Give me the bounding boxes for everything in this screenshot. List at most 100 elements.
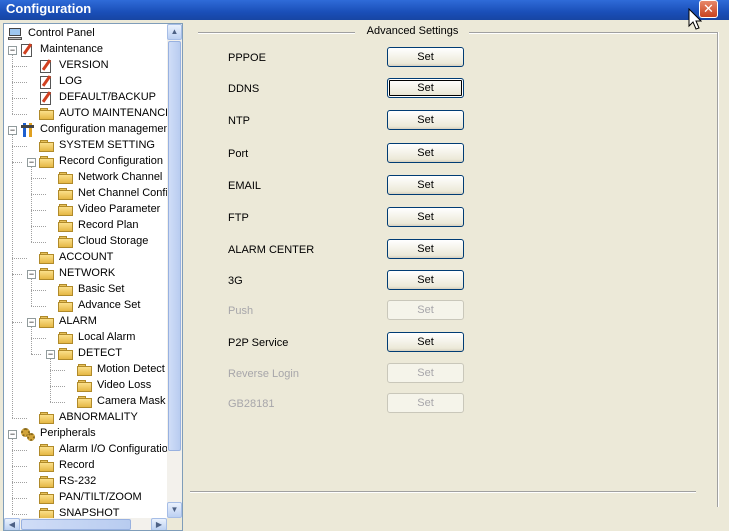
tree-item[interactable]: Record <box>4 458 167 474</box>
tree-item-label: Alarm I/O Configuration <box>59 443 167 455</box>
tree-collapse-toggle[interactable]: − <box>27 158 36 167</box>
tree-item[interactable]: Video Parameter <box>4 202 167 218</box>
folder-icon <box>39 460 55 473</box>
folder-icon <box>39 140 55 153</box>
folder-icon <box>58 332 74 345</box>
set-button[interactable]: Set <box>387 207 464 227</box>
set-button[interactable]: Set <box>387 110 464 130</box>
tree-item[interactable]: − Maintenance <box>4 42 167 58</box>
setting-label: Reverse Login <box>228 368 299 380</box>
folder-icon <box>39 476 55 489</box>
tree-item[interactable]: Local Alarm <box>4 330 167 346</box>
setting-label: ALARM CENTER <box>228 244 315 256</box>
scroll-left-button[interactable]: ◀ <box>4 518 20 530</box>
tree-vertical-scrollbar[interactable]: ▲ ▼ <box>167 24 182 518</box>
set-button[interactable]: Set <box>387 270 464 290</box>
tree-item[interactable]: Basic Set <box>4 282 167 298</box>
scroll-right-button[interactable]: ▶ <box>151 518 167 530</box>
folder-icon <box>39 412 55 425</box>
tree-item[interactable]: Alarm I/O Configuration <box>4 442 167 458</box>
tree-item[interactable]: Network Channel <box>4 170 167 186</box>
set-button[interactable]: Set <box>387 175 464 195</box>
set-button: Set <box>387 300 464 320</box>
tree-item-label: NETWORK <box>59 267 116 279</box>
tree-item[interactable]: DEFAULT/BACKUP <box>4 90 167 106</box>
tree-item[interactable]: SNAPSHOT <box>4 506 167 518</box>
tree-item-label: Network Channel <box>78 171 163 183</box>
folder-icon <box>58 300 74 313</box>
window-title: Configuration <box>6 1 92 16</box>
h-scroll-thumb[interactable] <box>21 519 131 530</box>
set-button[interactable]: Set <box>387 47 464 67</box>
tree-item[interactable]: SYSTEM SETTING <box>4 138 167 154</box>
tree-item-label: VERSION <box>59 59 109 71</box>
tree-item[interactable]: RS-232 <box>4 474 167 490</box>
tree-collapse-toggle[interactable]: − <box>27 318 36 327</box>
tree-collapse-toggle[interactable]: − <box>46 350 55 359</box>
tree-item[interactable]: − ALARM <box>4 314 167 330</box>
tree-item-label: Basic Set <box>78 283 125 295</box>
tree-item-label: Peripherals <box>40 427 96 439</box>
config-tree-panel: Control Panel − Maintenance VERSION LOG DEFAU… <box>3 23 183 531</box>
set-button[interactable]: Set <box>387 78 464 98</box>
tree-item[interactable]: − Peripherals <box>4 426 167 442</box>
scroll-down-button[interactable]: ▼ <box>167 502 182 518</box>
setting-label: FTP <box>228 212 249 224</box>
setting-label: P2P Service <box>228 337 289 349</box>
tree-item[interactable]: − NETWORK <box>4 266 167 282</box>
tree-item-label: SNAPSHOT <box>59 507 120 518</box>
tree-item[interactable]: Video Loss <box>4 378 167 394</box>
tree-item[interactable]: VERSION <box>4 58 167 74</box>
tree-item[interactable]: PAN/TILT/ZOOM <box>4 490 167 506</box>
tree-item[interactable]: Advance Set <box>4 298 167 314</box>
tree-item[interactable]: LOG <box>4 74 167 90</box>
folder-icon <box>58 284 74 297</box>
tree-collapse-toggle[interactable]: − <box>8 46 17 55</box>
tree-item[interactable]: Control Panel <box>4 26 167 42</box>
setting-label: Port <box>228 148 249 160</box>
group-border-vertical <box>717 32 719 507</box>
tree-item-label: Control Panel <box>28 27 95 39</box>
setting-label: GB28181 <box>228 398 275 410</box>
tree-collapse-toggle[interactable]: − <box>8 126 17 135</box>
tree-item[interactable]: Net Channel Config <box>4 186 167 202</box>
scroll-up-button[interactable]: ▲ <box>167 24 182 40</box>
doc-icon <box>39 91 54 105</box>
tree-item-label: Advance Set <box>78 299 141 311</box>
bottom-divider <box>190 491 696 493</box>
tools-icon <box>20 123 36 137</box>
folder-icon <box>58 172 74 185</box>
tree-item[interactable]: Motion Detect <box>4 362 167 378</box>
setting-label: EMAIL <box>228 180 262 192</box>
tree-item-label: Video Parameter <box>78 203 161 215</box>
tree-item[interactable]: ACCOUNT <box>4 250 167 266</box>
tree-item[interactable]: ABNORMALITY <box>4 410 167 426</box>
title-bar: Configuration ✕ <box>0 0 729 20</box>
tree-horizontal-scrollbar[interactable]: ◀ ▶ <box>4 518 167 530</box>
tree-item[interactable]: − DETECT <box>4 346 167 362</box>
tree-collapse-toggle[interactable]: − <box>8 430 17 439</box>
tree-item-label: Record Plan <box>78 219 139 231</box>
set-button[interactable]: Set <box>387 239 464 259</box>
group-border-right <box>469 32 718 34</box>
tree-collapse-toggle[interactable]: − <box>27 270 36 279</box>
set-button[interactable]: Set <box>387 143 464 163</box>
config-tree: Control Panel − Maintenance VERSION LOG DEFAU… <box>4 24 167 518</box>
tree-item[interactable]: − Record Configuration <box>4 154 167 170</box>
folder-icon <box>39 108 55 121</box>
tree-item[interactable]: AUTO MAINTENANCE <box>4 106 167 122</box>
advanced-settings-panel: Advanced Settings PPPOE Set DDNS Set NTP Set P… <box>186 23 729 531</box>
doc-icon <box>39 75 54 89</box>
folder-icon <box>39 316 55 329</box>
tree-item[interactable]: − Configuration management <box>4 122 167 138</box>
folder-icon <box>39 492 55 505</box>
scroll-thumb[interactable] <box>168 41 181 451</box>
tree-item-label: RS-232 <box>59 475 97 487</box>
tree-item[interactable]: Camera Mask <box>4 394 167 410</box>
tree-item-label: DETECT <box>78 347 122 359</box>
tree-item[interactable]: Record Plan <box>4 218 167 234</box>
set-button[interactable]: Set <box>387 332 464 352</box>
tree-item[interactable]: Cloud Storage <box>4 234 167 250</box>
folder-icon <box>39 444 55 457</box>
tree-item-label: Motion Detect <box>97 363 165 375</box>
